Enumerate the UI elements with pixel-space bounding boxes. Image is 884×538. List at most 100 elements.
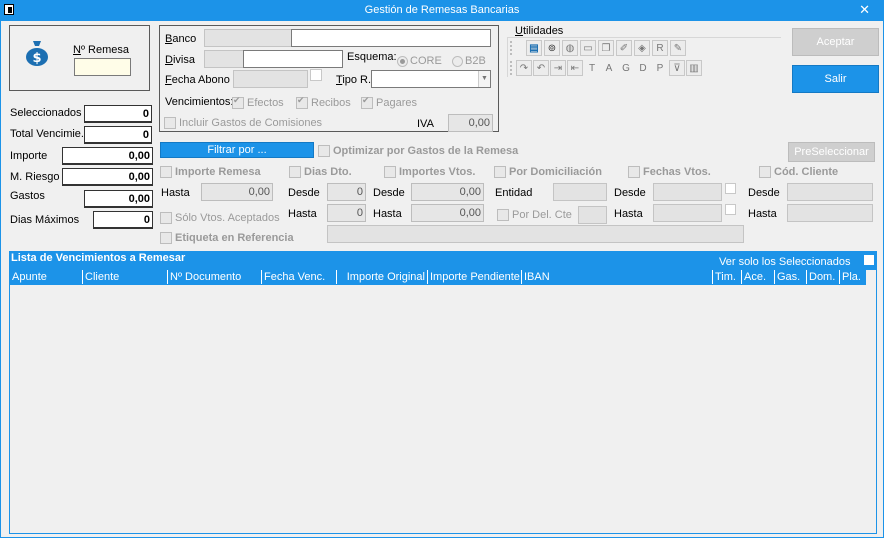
optimizar-check-icon	[318, 145, 330, 158]
etiqueta-referencia-input[interactable]	[327, 225, 744, 243]
col-apunte[interactable]: Apunte	[10, 270, 83, 284]
importe-remesa-label: Importe Remesa	[175, 166, 261, 178]
back-icon[interactable]: ⇤	[567, 60, 583, 76]
fechas-hasta-calendar-icon[interactable]	[725, 204, 736, 215]
importes-desde-input[interactable]: 0,00	[411, 183, 484, 201]
por-domiciliacion-checkbox[interactable]: Por Domiciliación	[494, 166, 602, 179]
copy-icon[interactable]: ❐	[598, 40, 614, 56]
salir-button[interactable]: Salir	[792, 65, 879, 93]
col-ace[interactable]: Ace.	[742, 270, 775, 284]
dias-maximos-value: 0	[93, 211, 153, 229]
tipo-r-select[interactable]: ▼	[371, 70, 491, 88]
m-riesgo-label: M. Riesgo	[10, 171, 60, 183]
etiqueta-referencia-checkbox[interactable]: Etiqueta en Referencia	[160, 232, 294, 245]
report-icon[interactable]: ▤	[526, 40, 542, 56]
binoculars-icon[interactable]: ⊚	[544, 40, 560, 56]
divisa-code-input[interactable]	[204, 50, 244, 68]
cod-cliente-checkbox[interactable]: Cód. Cliente	[759, 166, 838, 179]
etiqueta-check-icon	[160, 232, 172, 245]
radio-core-icon	[397, 55, 408, 67]
r-letter-icon[interactable]: R	[652, 40, 668, 56]
list-grid[interactable]: Apunte Cliente Nº Documento Fecha Venc. …	[9, 269, 877, 534]
col-fecha-venc[interactable]: Fecha Venc.	[262, 270, 337, 284]
por-del-cte-input[interactable]	[578, 206, 607, 224]
preseleccionar-button[interactable]: PreSeleccionar	[788, 142, 875, 162]
importes-hasta-label: Hasta	[373, 208, 402, 220]
dias-hasta-label: Hasta	[288, 208, 317, 220]
close-icon[interactable]: ✕	[859, 2, 870, 18]
fecha-abono-input[interactable]	[233, 70, 308, 88]
incluir-gastos-checkbox[interactable]: Incluir Gastos de Comisiones	[164, 117, 322, 130]
filter-icon[interactable]: ⊽	[669, 60, 685, 76]
dias-dto-checkbox[interactable]: Dias Dto.	[289, 166, 352, 179]
fechas-vtos-checkbox[interactable]: Fechas Vtos.	[628, 166, 711, 179]
banco-name-input[interactable]	[291, 29, 491, 47]
efectos-checkbox[interactable]: Efectos	[232, 95, 284, 110]
ver-solo-checkbox[interactable]	[864, 255, 874, 265]
dias-hasta-input[interactable]: 0	[327, 204, 366, 222]
col-importe-original[interactable]: Importe Original	[337, 270, 428, 284]
col-dom[interactable]: Dom.	[807, 270, 840, 284]
document-icon[interactable]: ▭	[580, 40, 596, 56]
globe-icon[interactable]: ◍	[562, 40, 578, 56]
redo-icon[interactable]: ↷	[516, 60, 532, 76]
chart-icon[interactable]: ▥	[686, 60, 702, 76]
col-importe-pendiente[interactable]: Importe Pendiente	[428, 270, 522, 284]
col-gas[interactable]: Gas.	[775, 270, 807, 284]
pagares-checkbox[interactable]: Pagares	[361, 95, 417, 110]
iva-label: IVA	[417, 118, 434, 130]
optimizar-checkbox[interactable]: Optimizar por Gastos de la Remesa	[318, 145, 518, 158]
vencimientos-label: Vencimientos:	[165, 96, 234, 108]
entidad-input[interactable]	[553, 183, 607, 201]
col-nro-documento[interactable]: Nº Documento	[168, 270, 262, 284]
chevron-down-icon[interactable]: ▼	[478, 71, 490, 87]
importes-hasta-input[interactable]: 0,00	[411, 204, 484, 222]
por-del-cte-checkbox[interactable]: Por Del. Cte	[497, 209, 572, 222]
importe-remesa-checkbox[interactable]: Importe Remesa	[160, 166, 261, 179]
col-tim[interactable]: Tim.	[713, 270, 742, 284]
cod-cliente-desde-input[interactable]	[787, 183, 873, 201]
letter-t-icon[interactable]: T	[584, 60, 600, 76]
esquema-core-radio[interactable]: CORE	[397, 55, 442, 67]
nro-remesa-input[interactable]	[74, 58, 131, 76]
cod-cliente-hasta-input[interactable]	[787, 204, 873, 222]
pagares-label: Pagares	[376, 97, 417, 109]
esquema-b2b-radio[interactable]: B2B	[452, 55, 486, 67]
aceptar-button[interactable]: Aceptar	[792, 28, 879, 56]
col-cliente[interactable]: Cliente	[83, 270, 168, 284]
toolbar-row-1: ▤ ⊚ ◍ ▭ ❐ ✐ ◈ R ✎	[526, 40, 686, 56]
importes-vtos-checkbox[interactable]: Importes Vtos.	[384, 166, 475, 179]
col-pla[interactable]: Pla.	[840, 270, 866, 284]
edit-icon[interactable]: ✎	[670, 40, 686, 56]
banco-code-input[interactable]	[204, 29, 292, 47]
letter-g-icon[interactable]: G	[618, 60, 634, 76]
letter-p-icon[interactable]: P	[652, 60, 668, 76]
solo-vtos-aceptados-checkbox[interactable]: Sólo Vtos. Aceptados	[160, 212, 280, 225]
letter-a-icon[interactable]: A	[601, 60, 617, 76]
cod-cliente-desde-label: Desde	[748, 187, 780, 199]
total-vencimie-label: Total Vencimie.	[10, 128, 84, 140]
col-iban[interactable]: IBAN	[522, 270, 713, 284]
cod-cliente-hasta-label: Hasta	[748, 208, 777, 220]
importe-remesa-hasta-input[interactable]: 0,00	[201, 183, 273, 201]
fechas-desde-input[interactable]	[653, 183, 722, 201]
money-bag-icon: $	[24, 39, 50, 67]
importe-label: Importe	[10, 150, 48, 162]
forward-icon[interactable]: ⇥	[550, 60, 566, 76]
fechas-vtos-check-icon	[628, 166, 640, 179]
filtrar-button[interactable]: Filtrar por ...	[160, 142, 314, 158]
importe-value: 0,00	[62, 147, 153, 165]
remesa-panel: $ Nº Remesa	[9, 25, 150, 91]
fechas-hasta-input[interactable]	[653, 204, 722, 222]
stamp-icon[interactable]: ◈	[634, 40, 650, 56]
eraser-icon[interactable]: ✐	[616, 40, 632, 56]
calendar-icon[interactable]	[310, 69, 322, 81]
nro-remesa-label: Nº Remesa	[73, 44, 129, 56]
dias-desde-input[interactable]: 0	[327, 183, 366, 201]
divisa-name-input[interactable]	[243, 50, 343, 68]
divisa-label: Divisa	[165, 54, 195, 66]
fechas-desde-calendar-icon[interactable]	[725, 183, 736, 194]
undo-icon[interactable]: ↶	[533, 60, 549, 76]
recibos-checkbox[interactable]: Recibos	[296, 95, 351, 110]
letter-d-icon[interactable]: D	[635, 60, 651, 76]
